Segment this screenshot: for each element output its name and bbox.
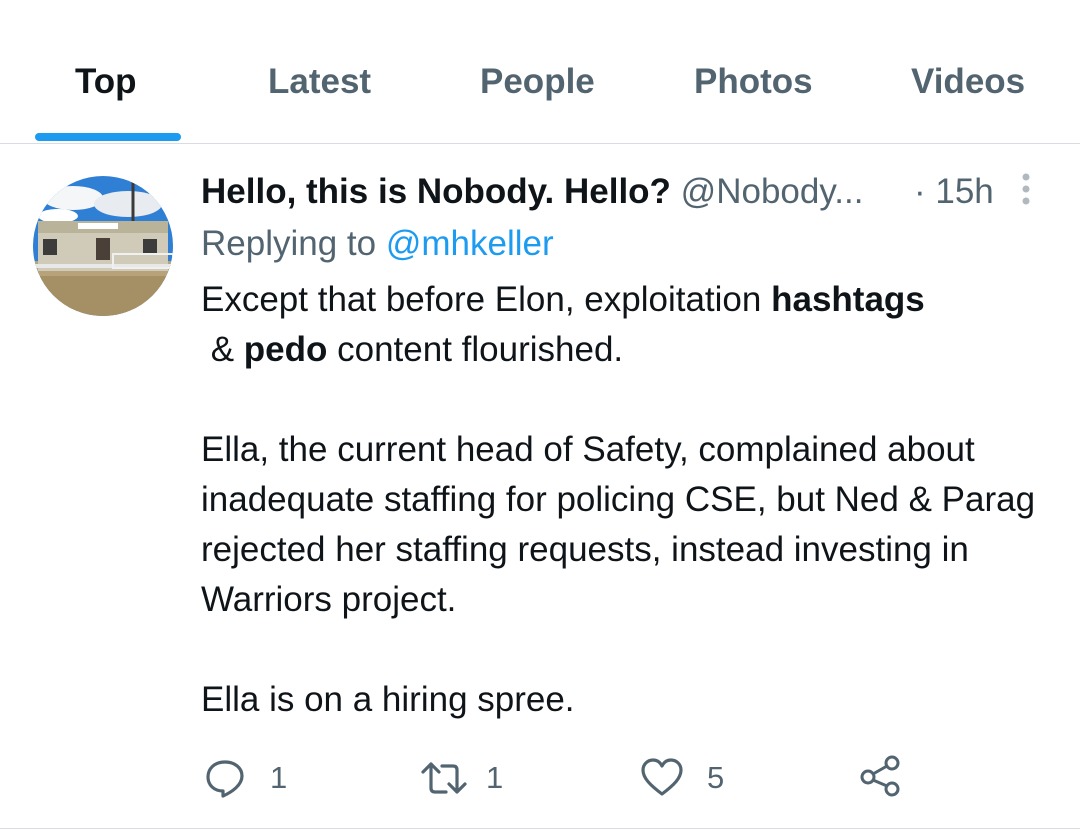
avatar[interactable] [33, 176, 173, 316]
search-tabs: Top Latest People Photos Videos [0, 0, 1080, 144]
user-handle[interactable]: @Nobody... [681, 172, 864, 211]
reply-bubble-icon [206, 760, 244, 798]
tweet-timestamp[interactable]: · 15h [914, 168, 994, 216]
tweet[interactable]: Hello, this is Nobody. Hello? @Nobody...… [0, 144, 1080, 834]
retweet-count: 1 [486, 760, 504, 795]
share-button[interactable] [859, 750, 909, 806]
share-icon [860, 755, 900, 797]
tweet-paragraph-2: Ella, the current head of Safety, compla… [201, 430, 1036, 619]
reply-button[interactable]: 1 [205, 750, 295, 806]
tweet-header: Hello, this is Nobody. Hello? @Nobody... [201, 168, 863, 216]
more-vertical-icon[interactable] [1014, 170, 1038, 210]
replying-prefix: Replying to [201, 224, 386, 263]
bold-pedo: pedo [243, 330, 328, 369]
body-text-segment: Except that before Elon, exploitation [201, 280, 772, 319]
tab-videos[interactable]: Videos [911, 58, 1025, 106]
replying-to-mention[interactable]: @mhkeller [386, 224, 554, 263]
active-tab-indicator [35, 133, 181, 141]
tab-people[interactable]: People [480, 58, 595, 106]
like-count: 5 [707, 760, 725, 795]
display-name[interactable]: Hello, this is Nobody. Hello? [201, 172, 671, 211]
bold-hashtags: hashtags [771, 280, 925, 319]
reply-count: 1 [270, 760, 288, 795]
retweet-icon [421, 762, 467, 794]
tweet-body: Except that before Elon, exploitation ha… [201, 275, 1051, 725]
like-button[interactable]: 5 [640, 750, 740, 806]
retweet-button[interactable]: 1 [420, 750, 520, 806]
body-text-segment: content flourished. [327, 330, 624, 369]
heart-icon [641, 758, 683, 796]
tweet-paragraph-1: Except that before Elon, exploitation ha… [201, 275, 1051, 375]
tab-photos[interactable]: Photos [694, 58, 813, 106]
body-text-segment: & [201, 330, 244, 369]
tweet-actions: 1 1 5 [0, 750, 1080, 806]
tweet-paragraph-3: Ella is on a hiring spree. [201, 680, 575, 719]
tab-latest[interactable]: Latest [268, 58, 371, 106]
replying-to: Replying to @mhkeller [201, 220, 554, 268]
tweet-divider [0, 828, 1080, 829]
tab-top[interactable]: Top [75, 58, 137, 106]
